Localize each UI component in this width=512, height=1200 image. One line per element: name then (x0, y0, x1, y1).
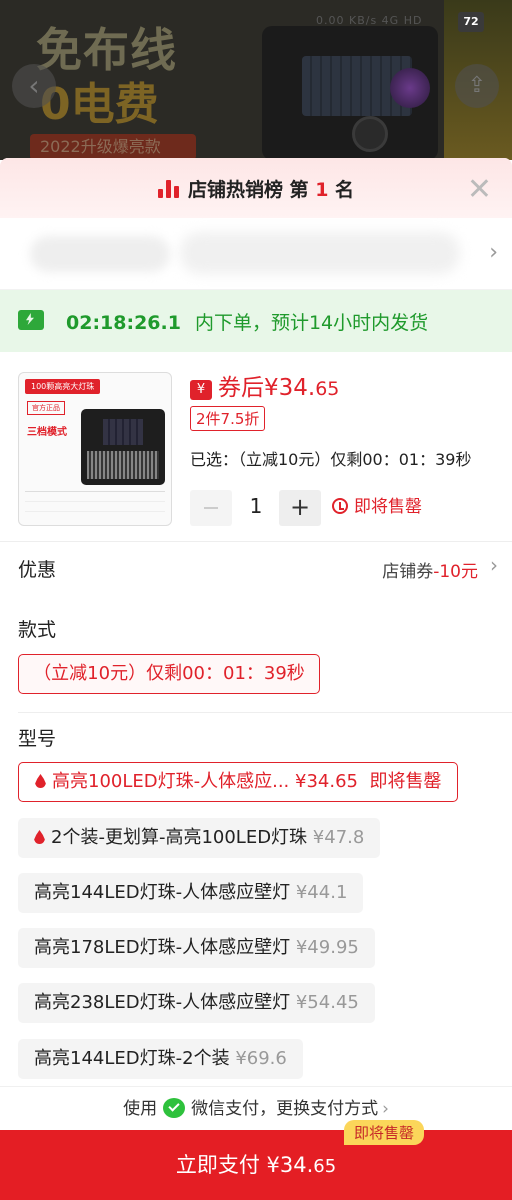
selling-out-badge: 即将售罄 (343, 1120, 424, 1145)
model-option-5[interactable]: 高亮238LED灯珠-人体感应壁灯 ¥54.45 (18, 983, 375, 1023)
back-button[interactable]: ‹ (12, 64, 56, 108)
fire-icon (35, 774, 46, 788)
chevron-left-icon: ‹ (28, 69, 40, 102)
coupon-icon: ¥ (190, 380, 212, 400)
shipping-countdown-bar: 02:18:26.1 内下单，预计14小时内发货 (0, 290, 512, 352)
quantity-decrement-button[interactable] (190, 490, 232, 526)
fire-icon (34, 830, 45, 844)
style-option-chip[interactable]: （立减10元）仅剩00：01：39秒 (18, 654, 320, 694)
chevron-right-icon: › (489, 240, 498, 265)
model-option-3[interactable]: 高亮144LED灯珠-人体感应壁灯 ¥44.1 (18, 873, 364, 913)
selling-out-notice: 即将售罄 (332, 492, 422, 517)
product-image (262, 26, 438, 160)
model-option-4[interactable]: 高亮178LED灯珠-人体感应壁灯 ¥49.95 (18, 928, 375, 968)
rank-number: 1 (315, 179, 329, 201)
sensor-shape (390, 68, 430, 108)
model-option-1[interactable]: 高亮100LED灯珠-人体感应... ¥34.65 即将售罄 (18, 762, 459, 802)
share-icon: ⇪ (467, 73, 487, 98)
rank-suffix: 名 (335, 179, 355, 201)
blurred-store-name (30, 236, 170, 272)
model-option-2[interactable]: 2个装-更划算-高亮100LED灯珠 ¥47.8 (18, 818, 381, 858)
discount-row[interactable]: 优惠 店铺券-10元 › (0, 540, 512, 590)
price-decimal: 65 (315, 378, 340, 400)
chevron-right-icon: › (382, 1099, 389, 1119)
promo-text-3: 2022升级爆亮款 (30, 134, 196, 160)
shipping-message: 内下单，预计14小时内发货 (194, 312, 429, 334)
rank-bars-icon (157, 180, 180, 198)
network-status: 0.00 KB/s 4G HD (316, 14, 423, 27)
blurred-store-detail (180, 232, 460, 274)
model-option-6[interactable]: 高亮144LED灯珠-2个装 ¥69.6 (18, 1039, 303, 1079)
share-button[interactable]: ⇪ (455, 64, 499, 108)
payment-method-row[interactable]: 使用 微信支付，更换支付方式 › (0, 1086, 512, 1130)
product-thumbnail[interactable]: 100颗高亮大灯珠 官方正品 三档模式 (18, 372, 172, 526)
pay-now-button[interactable]: 立即支付 ¥34.65 (0, 1130, 512, 1200)
selling-out-text: 即将售罄 (354, 497, 422, 517)
quantity-value[interactable]: 1 (238, 494, 274, 518)
thumb-official-tag: 官方正品 (27, 401, 65, 415)
thumb-tag: 100颗高亮大灯珠 (25, 379, 101, 394)
product-summary: 100颗高亮大灯珠 官方正品 三档模式 ¥ 券后¥34.65 2件7.5折 已选：… (0, 352, 512, 542)
quantity-increment-button[interactable]: + (279, 490, 321, 526)
thumb-lamp-image (81, 409, 165, 485)
sku-sheet: 店铺热销榜 第 1 名 ✕ › 02:18:26.1 内下单，预计14小时内发货 … (0, 158, 512, 1200)
price-label: 券后¥34. (218, 375, 316, 401)
store-info-row[interactable]: › (0, 218, 512, 290)
battery-icon: 72 (458, 12, 484, 32)
shipping-countdown: 02:18:26.1 (66, 312, 181, 334)
thumb-mode: 三档模式 (27, 427, 67, 438)
close-icon[interactable]: ✕ (467, 172, 492, 207)
shipping-text: 02:18:26.1 内下单，预计14小时内发货 (66, 308, 428, 335)
promo-text-2: 0电费 (40, 79, 159, 130)
truck-icon (18, 310, 44, 330)
model-section-label: 型号 (18, 728, 57, 750)
coupon-price: ¥ 券后¥34.65 (190, 368, 339, 402)
wechat-pay-icon (163, 1098, 186, 1118)
style-section-label: 款式 (18, 619, 57, 641)
thumb-spec-table (25, 491, 165, 521)
multi-buy-discount-tag: 2件7.5折 (190, 406, 266, 431)
sensor-shape-2 (352, 116, 388, 152)
divider (18, 712, 512, 713)
status-bar: 0.00 KB/s 4G HD 72 (0, 10, 512, 38)
discount-value: 店铺券-10元 (382, 562, 478, 582)
rank-label: 店铺热销榜 第 (187, 179, 309, 201)
alarm-clock-icon (332, 498, 348, 514)
selected-sku-text: 已选：（立减10元）仅剩00：01：39秒 (190, 450, 472, 469)
discount-label: 优惠 (18, 559, 57, 581)
rank-text: 店铺热销榜 第 1 名 (0, 175, 512, 202)
chevron-right-icon: › (490, 553, 498, 577)
store-rank-banner[interactable]: 店铺热销榜 第 1 名 ✕ (0, 158, 512, 218)
